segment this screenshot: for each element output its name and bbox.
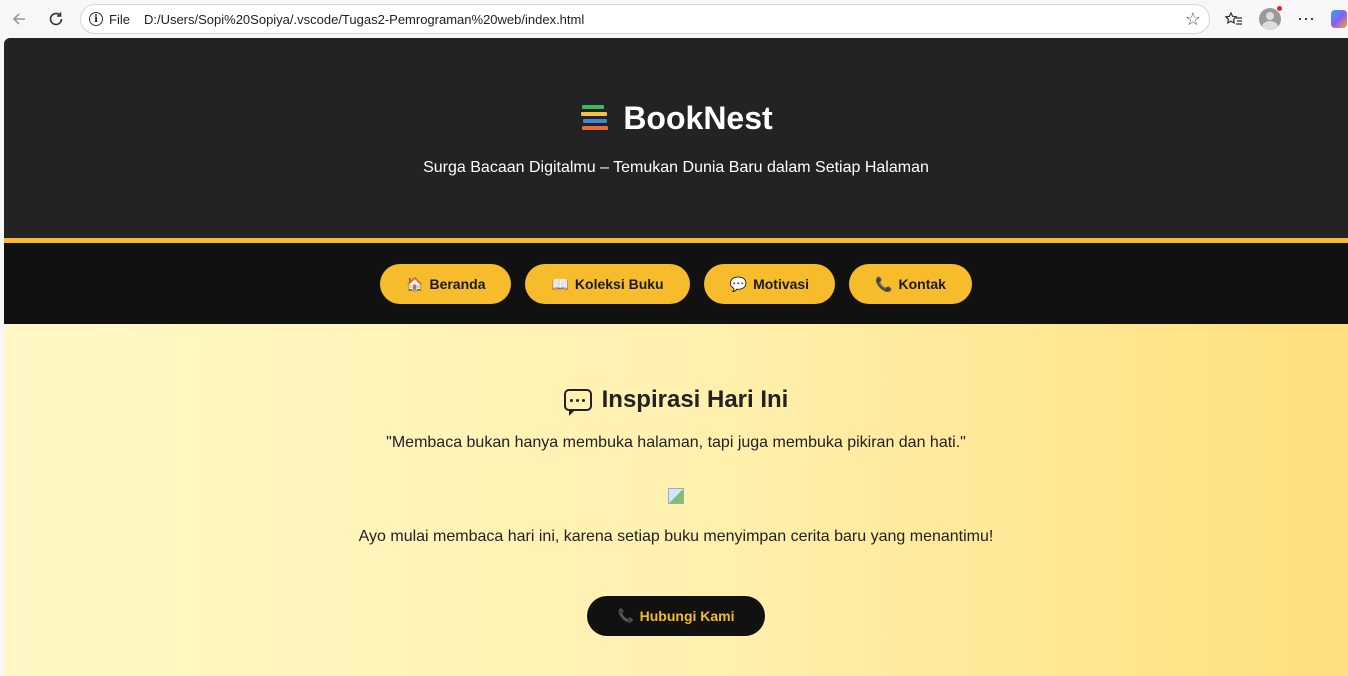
more-options-icon[interactable]: ⋯ [1294, 6, 1318, 32]
back-arrow-icon[interactable] [6, 6, 32, 32]
site-subtitle: Surga Bacaan Digitalmu – Temukan Dunia B… [423, 158, 929, 176]
address-bar[interactable]: i File D:/Users/Sopi%20Sopiya/.vscode/Tu… [80, 4, 1210, 34]
inspiration-section: Inspirasi Hari Ini "Membaca bukan hanya … [4, 324, 1348, 676]
nav-item-koleksi-buku[interactable]: 📖 Koleksi Buku [525, 263, 690, 304]
speech-bubble-icon [563, 389, 592, 416]
nav-item-kontak[interactable]: 📞 Kontak [849, 263, 972, 304]
nav-item-label: Koleksi Buku [574, 275, 664, 292]
url-text[interactable]: D:/Users/Sopi%20Sopiya/.vscode/Tugas2-Pe… [144, 12, 584, 27]
notification-dot-icon [1276, 5, 1283, 12]
main-nav: 🏠 Beranda 📖 Koleksi Buku 💬 Motivasi 📞 Ko… [4, 238, 1348, 324]
star-icon[interactable]: ☆ [1185, 9, 1201, 30]
section-heading: Inspirasi Hari Ini [563, 386, 789, 416]
site-header: BookNest Surga Bacaan Digitalmu – Temuka… [4, 38, 1348, 238]
book-icon: 📖 [551, 275, 569, 292]
nav-item-label: Kontak [898, 275, 946, 292]
phone-icon: 📞 [875, 275, 893, 292]
info-icon[interactable]: i [89, 12, 103, 26]
nav-item-motivasi[interactable]: 💬 Motivasi [703, 263, 836, 304]
contact-us-button[interactable]: 📞 Hubungi Kami [587, 596, 765, 636]
profile-avatar[interactable] [1258, 5, 1283, 32]
browser-toolbar: i File D:/Users/Sopi%20Sopiya/.vscode/Tu… [0, 0, 1348, 38]
contact-us-label: Hubungi Kami [639, 608, 735, 624]
nav-item-label: Motivasi [753, 275, 810, 292]
nav-item-label: Beranda [429, 275, 486, 292]
broken-image-icon [668, 488, 684, 504]
copilot-icon[interactable] [1330, 6, 1348, 32]
site-title: BookNest [623, 99, 773, 136]
nav-item-beranda[interactable]: 🏠 Beranda [380, 263, 512, 304]
file-label: File [109, 11, 130, 27]
page-viewport: BookNest Surga Bacaan Digitalmu – Temuka… [4, 38, 1348, 676]
brand: BookNest [579, 99, 773, 137]
speech-bubble-icon: 💬 [729, 275, 748, 292]
cta-text: Ayo mulai membaca hari ini, karena setia… [358, 528, 994, 545]
section-heading-text: Inspirasi Hari Ini [601, 386, 789, 413]
books-icon [579, 102, 611, 134]
refresh-icon[interactable] [43, 6, 69, 32]
phone-icon: 📞 [617, 608, 634, 623]
quote-text: "Membaca bukan hanya membuka halaman, ta… [386, 434, 966, 451]
home-icon: 🏠 [406, 275, 424, 292]
favorites-icon[interactable] [1222, 6, 1246, 32]
